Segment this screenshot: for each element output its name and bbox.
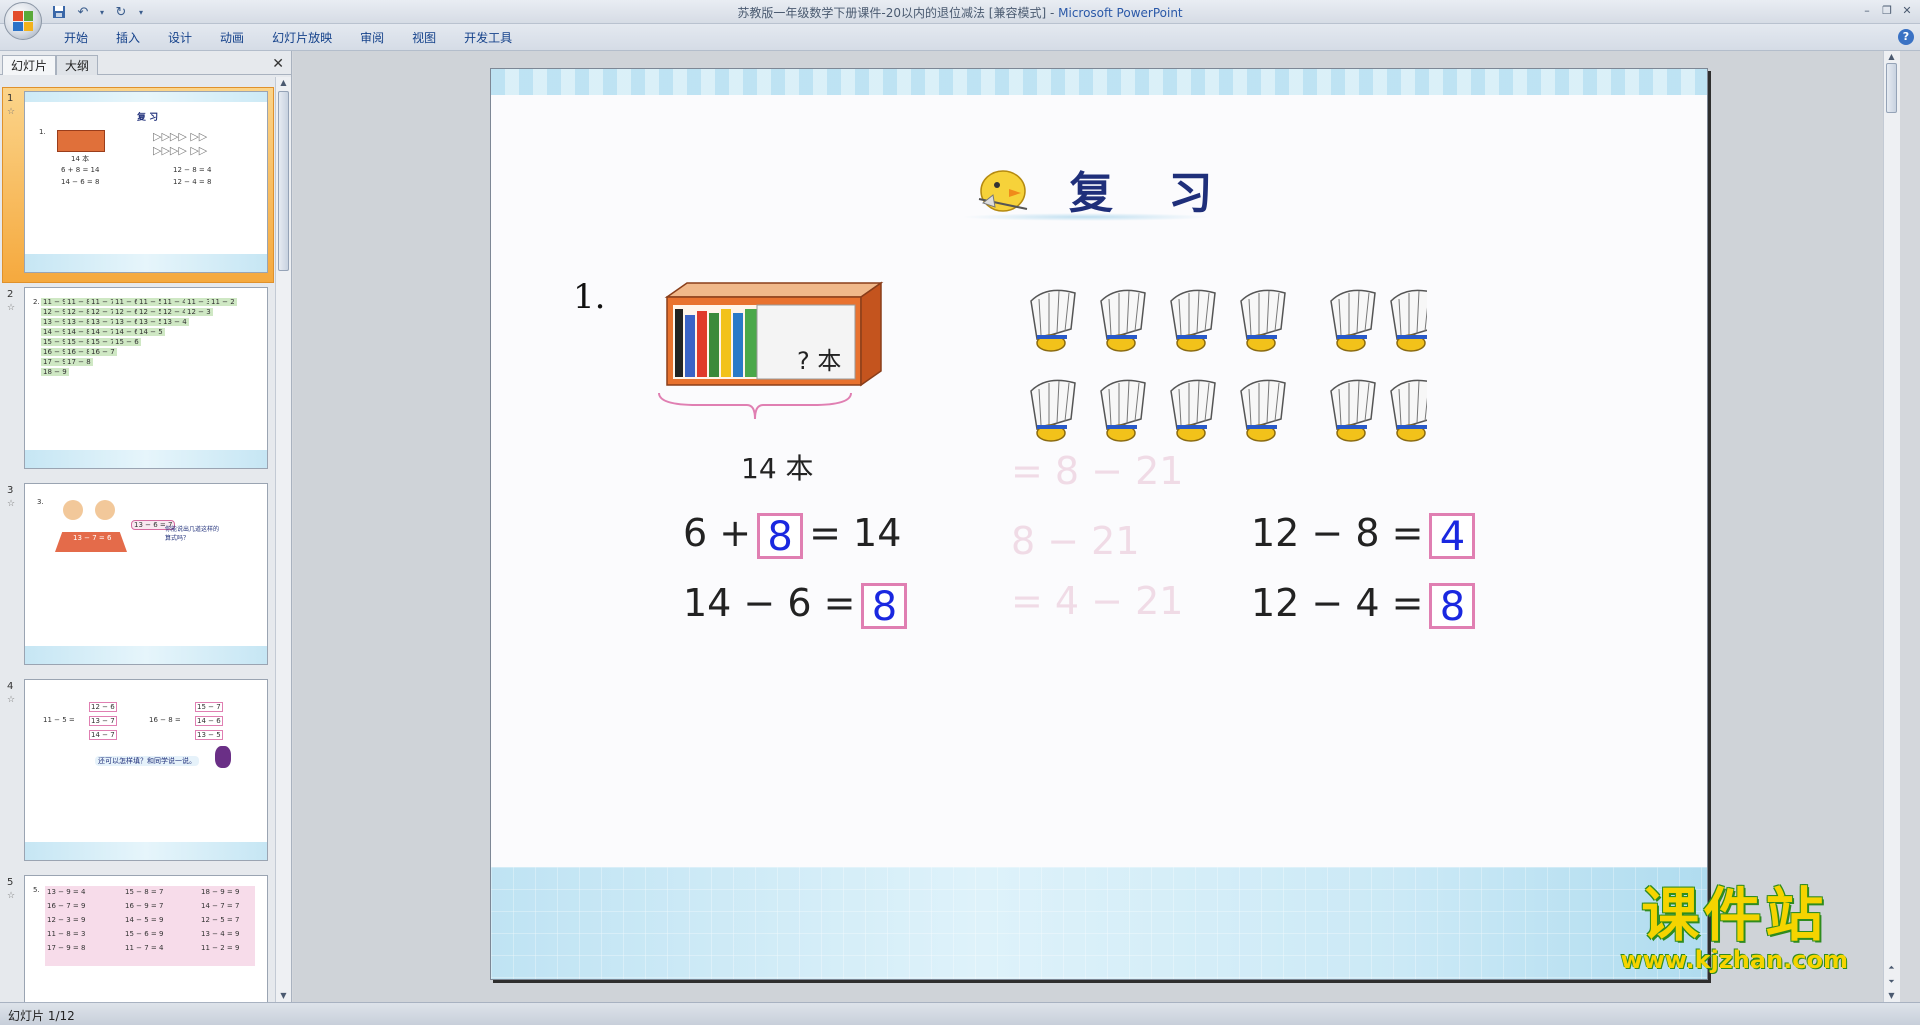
animation-star-icon: ☆ <box>7 499 16 509</box>
thumbnail-number: 4 <box>7 681 14 692</box>
tab-outline[interactable]: 大纲 <box>56 55 99 75</box>
thumbnail-list: 1 ☆ 复 习 1. 14 本 6 + 8 = 14 14 − 6 = 8 12… <box>0 77 276 1002</box>
watermark-url: www.kjzhan.com <box>1620 946 1848 974</box>
office-button[interactable] <box>4 2 42 40</box>
thumbnail-preview: 3. 13 − 6 = 7 13 − 7 = 6 你能说出几道这样的算式吗？ <box>24 483 268 665</box>
scroll-thumb[interactable] <box>278 91 289 271</box>
unknown-books-label: ? 本 <box>797 347 842 375</box>
tab-animations[interactable]: 动画 <box>206 29 258 47</box>
thumbnail-preview: 5. 13 − 9 = 4 15 − 8 = 7 18 − 9 = 9 16 −… <box>24 875 268 1002</box>
watermark-title: 课件站 <box>1641 881 1828 949</box>
tab-slide-show[interactable]: 幻灯片放映 <box>258 29 346 47</box>
chick-mascot-icon <box>973 159 1033 219</box>
thumbnail-preview: 2. 11 − 9 11 − 8 11 − 7 11 − 6 11 − 5 11… <box>24 287 268 469</box>
thumbnail-preview: 复 习 1. 14 本 6 + 8 = 14 14 − 6 = 8 12 − 8… <box>24 91 268 273</box>
ribbon: 开始 插入 设计 动画 幻灯片放映 审阅 视图 开发工具 ? <box>0 24 1920 51</box>
equation-2: 14 − 6 = 8 <box>683 581 913 629</box>
tab-design[interactable]: 设计 <box>154 29 206 47</box>
previous-slide-icon[interactable]: ⏶ <box>1886 962 1897 974</box>
tab-view[interactable]: 视图 <box>398 29 450 47</box>
equation-1: 6 +8 = 14 <box>683 511 902 560</box>
minimize-icon[interactable]: – <box>1858 2 1876 18</box>
close-pane-icon[interactable]: ✕ <box>272 56 284 72</box>
scroll-down-icon[interactable]: ▼ <box>1886 990 1897 1002</box>
question-number[interactable]: 1. <box>573 277 605 317</box>
slide-title[interactable]: 复 习 <box>1069 157 1232 221</box>
site-watermark: 课件站 www.kjzhan.com <box>1621 868 1848 974</box>
ribbon-tabs: 开始 插入 设计 动画 幻灯片放映 审阅 视图 开发工具 <box>50 29 526 47</box>
animation-star-icon: ☆ <box>7 891 16 901</box>
tab-slides[interactable]: 幻灯片 <box>2 55 57 75</box>
restore-icon[interactable]: ❐ <box>1878 2 1896 18</box>
animation-star-icon: ☆ <box>7 695 16 705</box>
status-bar: 幻灯片 1/12 <box>0 1002 1920 1025</box>
window-title: 苏教版一年级数学下册课件-20以内的退位减法 [兼容模式] - Microsof… <box>737 6 1183 20</box>
shuttlecocks-image: ▷▷▷▷ ▷▷ ▷▷▷▷ ▷▷ <box>153 130 208 157</box>
next-slide-icon[interactable]: ⏷ <box>1886 976 1897 988</box>
answer-box[interactable]: 8 <box>757 512 804 559</box>
bookshelf-image <box>57 130 105 152</box>
equation-3: 12 − 8 = 4 <box>1251 511 1481 559</box>
thumbnail-scrollbar[interactable]: ▲ ▼ <box>275 77 291 1002</box>
answer-box[interactable]: 4 <box>1429 512 1476 559</box>
slide-position: 幻灯片 1/12 <box>8 1009 75 1023</box>
equation-4: 12 − 4 = 8 <box>1251 581 1481 629</box>
equation-grid: 13 − 9 = 4 15 − 8 = 7 18 − 9 = 9 16 − 7 … <box>45 886 255 966</box>
title-bar: ↶ ▾ ↻ ▾ 苏教版一年级数学下册课件-20以内的退位减法 [兼容模式] - … <box>0 0 1920 40</box>
pane-tabs: 幻灯片 大纲 ✕ <box>0 53 292 75</box>
answer-box[interactable]: 8 <box>861 582 908 629</box>
slide-scrollbar[interactable]: ▲ ⏶ ⏷ ▼ <box>1883 51 1900 1002</box>
document-title: 苏教版一年级数学下册课件-20以内的退位减法 [兼容模式] <box>737 6 1047 20</box>
children-illustration <box>55 500 127 556</box>
brace-icon <box>657 391 853 421</box>
answer-box[interactable]: 8 <box>1429 582 1476 629</box>
help-icon[interactable]: ? <box>1898 29 1914 45</box>
tab-insert[interactable]: 插入 <box>102 29 154 47</box>
thumbnail-number: 5 <box>7 877 14 888</box>
scroll-down-icon[interactable]: ▼ <box>278 990 289 1002</box>
bookshelf-image[interactable]: ? 本 <box>657 279 887 389</box>
thumbnail-number: 3 <box>7 485 14 496</box>
scroll-up-icon[interactable]: ▲ <box>278 77 289 89</box>
tab-developer[interactable]: 开发工具 <box>450 29 526 47</box>
tab-review[interactable]: 审阅 <box>346 29 398 47</box>
shuttlecocks-image[interactable] <box>1027 279 1436 459</box>
slide-header-band <box>491 69 1707 95</box>
eggplant-character-icon <box>215 746 231 768</box>
animation-star-icon: ☆ <box>7 303 16 313</box>
thumbnail-number: 2 <box>7 289 14 300</box>
window-controls: – ❐ ✕ <box>1858 2 1916 18</box>
scroll-thumb[interactable] <box>1886 63 1897 113</box>
thumbnail-number: 1 <box>7 93 14 104</box>
close-icon[interactable]: ✕ <box>1898 2 1916 18</box>
thumb-title: 复 习 <box>137 113 159 123</box>
animation-star-icon: ☆ <box>7 107 16 117</box>
tab-home[interactable]: 开始 <box>50 29 102 47</box>
scroll-up-icon[interactable]: ▲ <box>1886 51 1897 63</box>
office-logo-icon <box>13 11 33 31</box>
slides-pane: 幻灯片 大纲 ✕ 1 ☆ 复 习 1. 14 本 6 + 8 = 14 14 −… <box>0 51 292 1002</box>
subtraction-table: 11 − 9 11 − 8 11 − 7 11 − 6 11 − 5 11 − … <box>41 298 237 376</box>
current-slide[interactable]: = 8 − 21 8 − 21 = 4 − 21 复 习 1. ? 本 14 本… <box>490 68 1708 980</box>
total-books-label[interactable]: 14 本 <box>741 447 814 487</box>
slide-editor: = 8 − 21 8 − 21 = 4 − 21 复 习 1. ? 本 14 本… <box>293 51 1900 1002</box>
thumbnail-preview: 11 − 5 = 16 − 8 = 12 − 6 13 − 7 14 − 7 1… <box>24 679 268 861</box>
app-name: Microsoft PowerPoint <box>1058 6 1183 20</box>
